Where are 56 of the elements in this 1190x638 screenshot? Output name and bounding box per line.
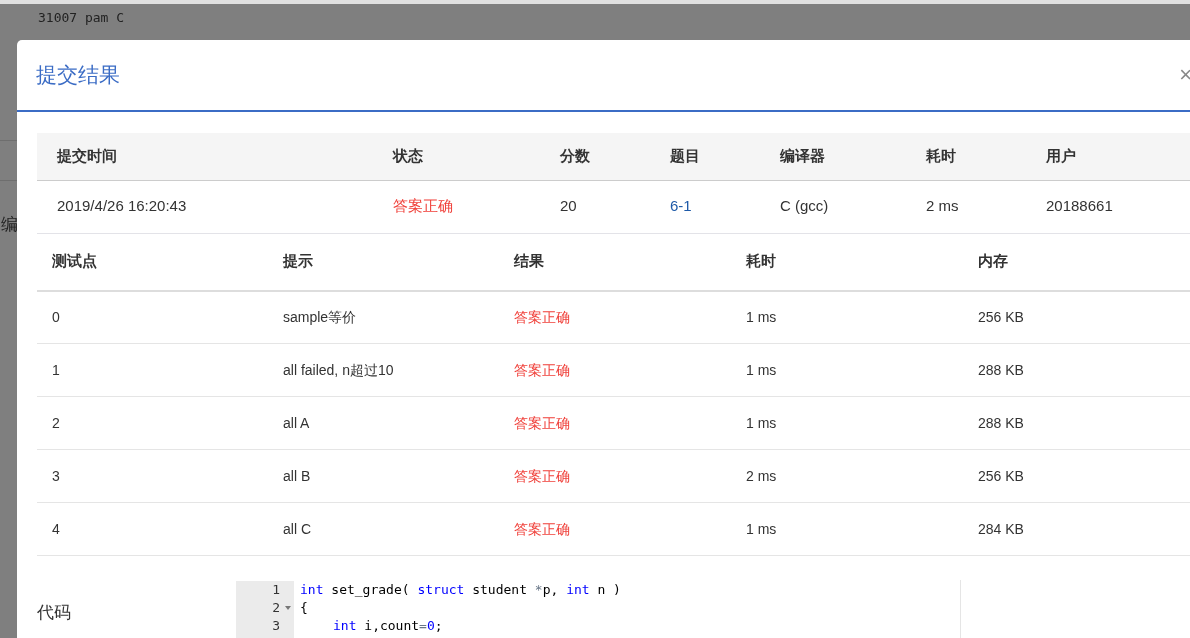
status-text: 答案正确: [373, 180, 540, 233]
table-cell: all A: [268, 396, 499, 450]
table-cell: 1 ms: [731, 502, 963, 556]
code-line: int set_grade( struct student *p, int n ): [300, 581, 621, 599]
table-cell: 20188661: [1026, 180, 1190, 233]
table-cell: 284 KB: [963, 502, 1190, 556]
table-cell: all C: [268, 502, 499, 556]
line-number: 1: [272, 581, 280, 599]
line-number: 3: [272, 617, 280, 635]
dialog-title: 提交结果: [36, 62, 120, 89]
table-cell: 1 ms: [731, 396, 963, 450]
table-cell: 288 KB: [963, 343, 1190, 397]
table-cell: 2: [37, 396, 268, 450]
status-text: 答案正确: [499, 502, 731, 556]
status-text: 答案正确: [499, 290, 731, 344]
table-cell: 20: [540, 180, 650, 233]
column-header: 内存: [963, 233, 1190, 291]
page-text: 编: [1, 214, 18, 236]
table-cell: 1: [37, 343, 268, 397]
table-cell: 256 KB: [963, 449, 1190, 503]
column-header: 状态: [373, 133, 540, 180]
column-header: 结果: [499, 233, 731, 291]
line-number: 2: [272, 599, 280, 617]
table-cell: 3: [37, 449, 268, 503]
status-text: 答案正确: [499, 343, 731, 397]
close-button[interactable]: ×: [1179, 64, 1190, 86]
table-cell: 1 ms: [731, 343, 963, 397]
table-cell: 1 ms: [731, 290, 963, 344]
column-header: 提交时间: [37, 133, 373, 180]
table-cell: 288 KB: [963, 396, 1190, 450]
table-cell: C (gcc): [760, 180, 906, 233]
table-cell: all B: [268, 449, 499, 503]
code-line: int i,count=0;: [332, 617, 444, 635]
table-cell: 2 ms: [731, 449, 963, 503]
column-header: 提示: [268, 233, 499, 291]
problem-link[interactable]: 6-1: [650, 180, 760, 233]
table-cell: 0: [37, 290, 268, 344]
table-cell: 2019/4/26 16:20:43: [37, 180, 373, 233]
table-cell: sample等价: [268, 290, 499, 344]
fold-caret-icon[interactable]: [285, 606, 291, 610]
code-label: 代码: [37, 602, 72, 624]
column-header: 编译器: [760, 133, 906, 180]
column-header: 耗时: [731, 233, 963, 291]
table-cell: 256 KB: [963, 290, 1190, 344]
table-cell: 4: [37, 502, 268, 556]
status-text: 答案正确: [499, 449, 731, 503]
column-header: 耗时: [906, 133, 1026, 180]
table-cell: 2 ms: [906, 180, 1026, 233]
status-text: 答案正确: [499, 396, 731, 450]
column-header: 用户: [1026, 133, 1190, 180]
code-line: 31007 pam C: [38, 9, 126, 27]
column-header: 分数: [540, 133, 650, 180]
column-header: 测试点: [37, 233, 268, 291]
code-line: {: [300, 599, 309, 617]
table-cell: all failed, n超过10: [268, 343, 499, 397]
column-header: 题目: [650, 133, 760, 180]
